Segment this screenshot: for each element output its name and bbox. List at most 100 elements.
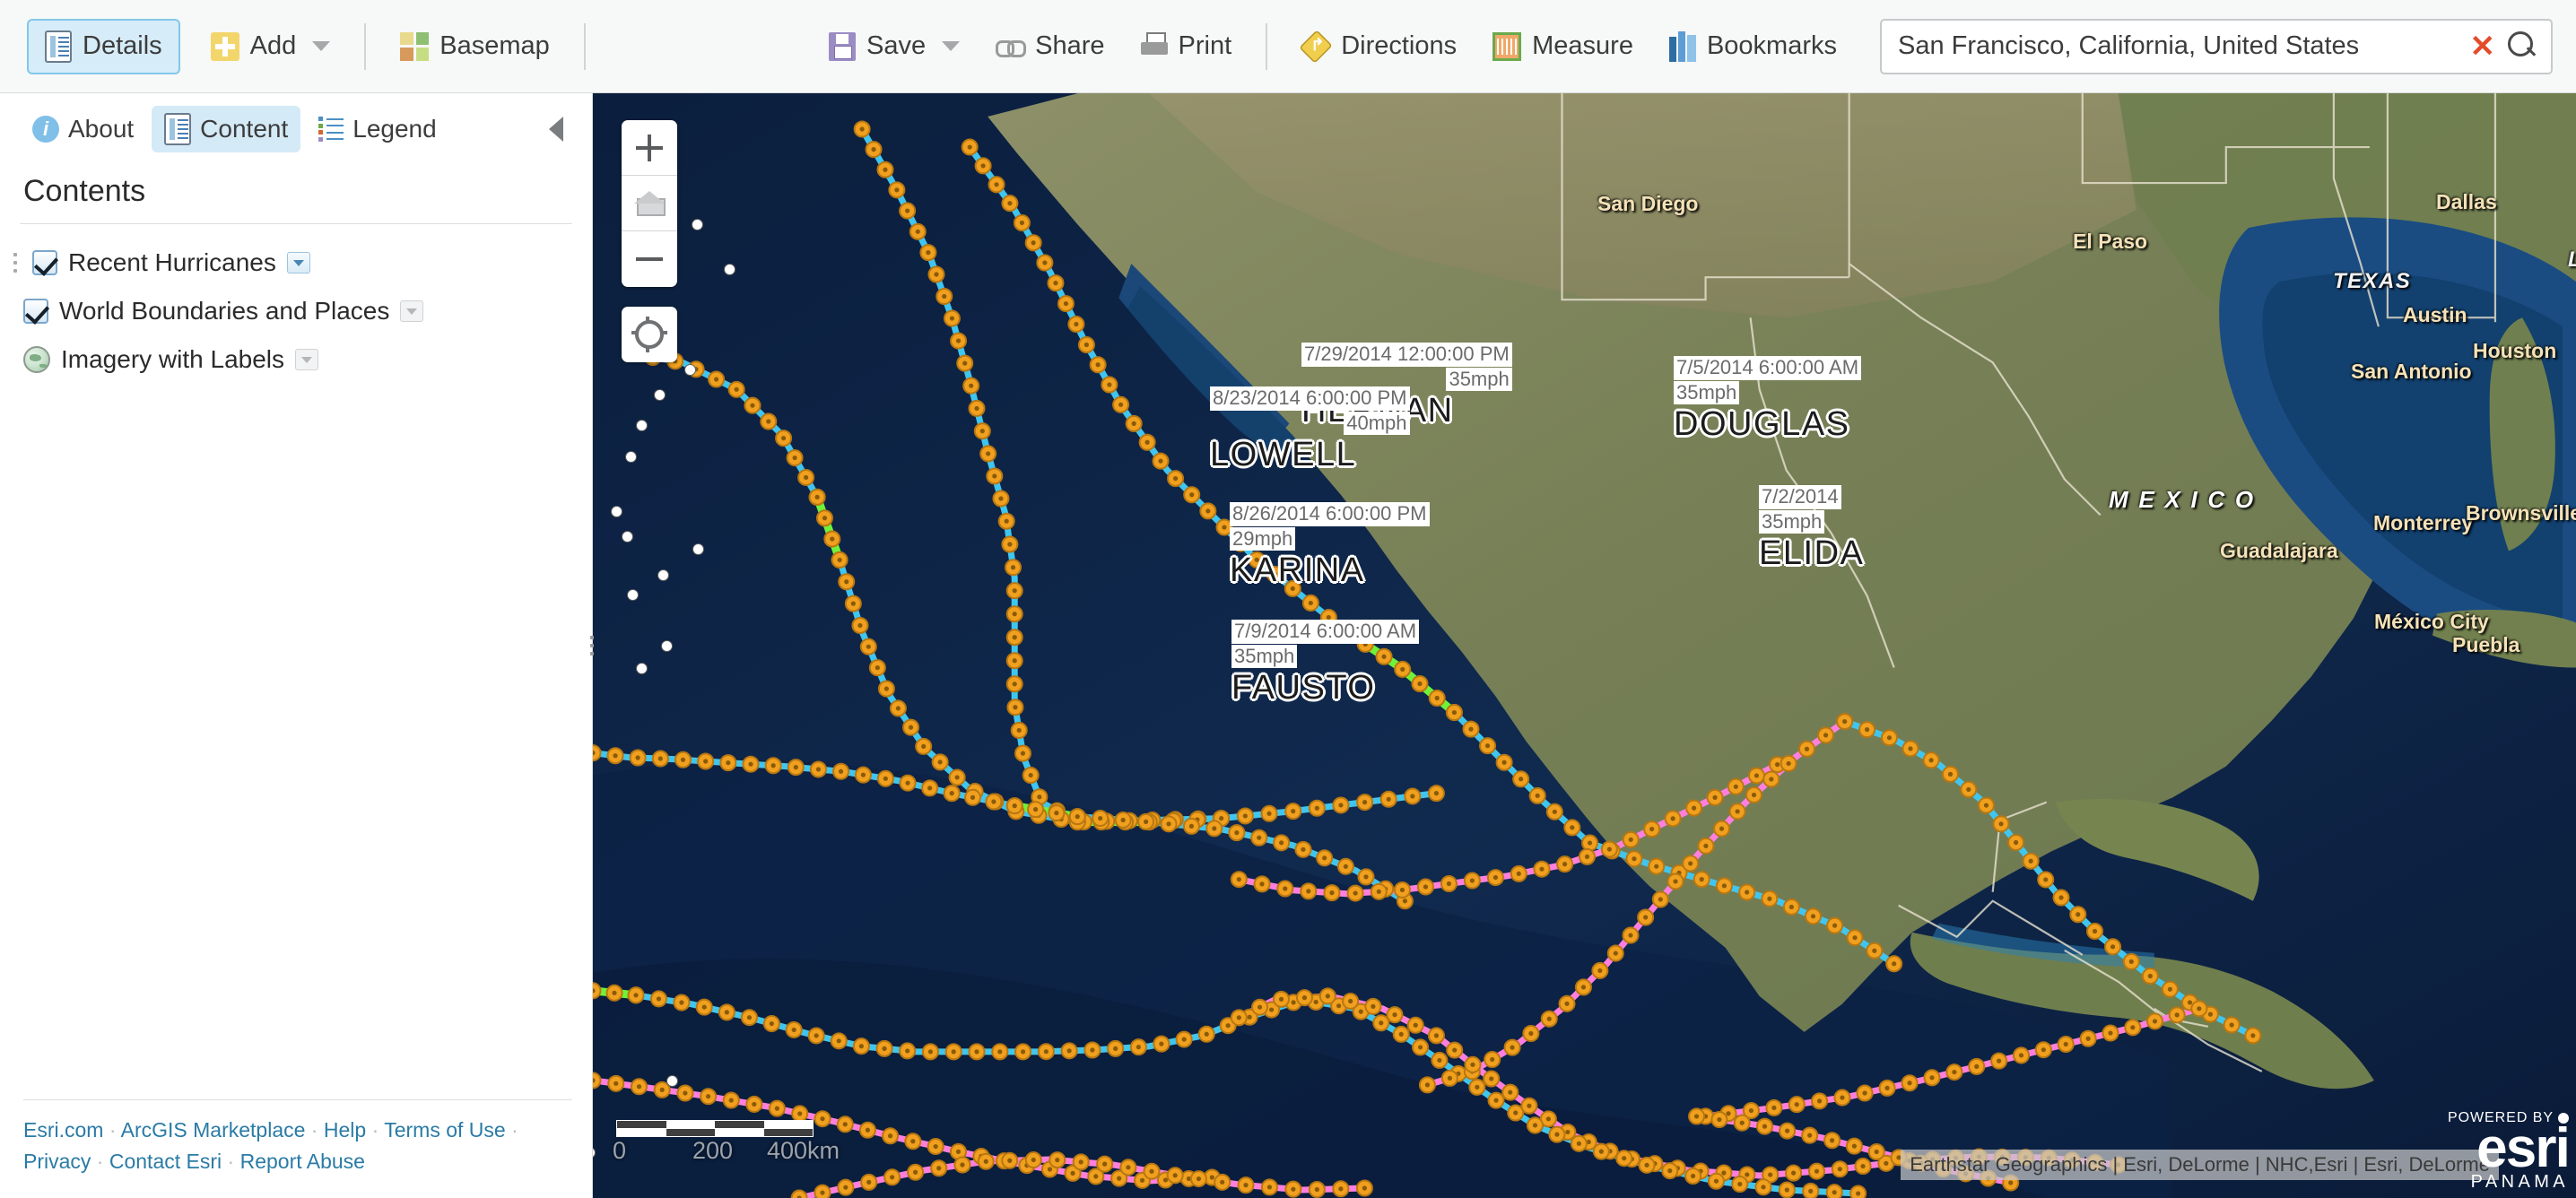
storm-observation-point-core <box>921 743 927 749</box>
storm-observation-point-core <box>1745 1172 1750 1177</box>
storm-observation-point-core <box>1172 476 1179 482</box>
tab-legend[interactable]: Legend <box>306 108 448 151</box>
panel-resize-handle[interactable] <box>587 628 596 664</box>
storm-observation-point-core <box>1042 260 1048 265</box>
basemap-button[interactable]: Basemap <box>382 19 568 74</box>
storm-observation-point-core <box>934 272 939 277</box>
storm-observation-point-core <box>1120 817 1126 823</box>
storm-observation-point-core <box>770 763 776 768</box>
zoom-out-button[interactable] <box>622 231 677 287</box>
hurricane-tracks-layer <box>593 120 2262 1198</box>
footer-link-contact-esri[interactable]: Contact Esri <box>109 1150 222 1173</box>
storm-observation-point-core <box>752 1101 757 1107</box>
layer-visibility-checkbox[interactable] <box>32 250 57 275</box>
storm-observation-point-core <box>2110 944 2116 950</box>
storm-observation-point-core <box>701 1004 707 1010</box>
collapse-panel-icon[interactable] <box>549 117 563 142</box>
storm-observation-point-core <box>1028 772 1033 778</box>
bookmarks-button[interactable]: Bookmarks <box>1651 19 1855 74</box>
locate-button[interactable] <box>622 307 677 362</box>
storm-observation-point-core <box>1012 658 1017 664</box>
layer-item-world-boundaries-and-places[interactable]: World Boundaries and Places <box>23 287 572 335</box>
drag-handle-icon[interactable] <box>11 253 20 273</box>
storm-observation-point-core <box>1236 877 1241 882</box>
storm-observation-point-core <box>1447 1075 1452 1081</box>
storm-observation-point-core <box>1884 1085 1890 1090</box>
layer-visibility-checkbox[interactable] <box>23 299 48 324</box>
storm-observation-point-core <box>1508 1089 1513 1095</box>
storm-observation-point-core <box>612 990 617 995</box>
storm-observation-point-core <box>1322 855 1327 861</box>
storm-observation-point-core <box>1308 600 1313 606</box>
storm-observation-point-core <box>1644 1162 1649 1168</box>
search-input[interactable] <box>1898 31 2463 61</box>
storm-observation-point-core <box>820 1116 825 1122</box>
storm-observation-point-core <box>1451 709 1458 716</box>
add-button[interactable]: Add <box>193 19 349 74</box>
layer-menu-chevron-down-icon[interactable] <box>400 300 424 322</box>
measure-button[interactable]: Measure <box>1475 19 1651 74</box>
details-button[interactable]: Details <box>27 18 180 74</box>
footer-link-esri-com[interactable]: Esri.com <box>23 1118 103 1142</box>
footer-link-report-abuse[interactable]: Report Abuse <box>240 1150 365 1173</box>
footer-link-arcgis-marketplace[interactable]: ArcGIS Marketplace <box>121 1118 306 1142</box>
add-label: Add <box>249 31 297 60</box>
zoom-in-button[interactable] <box>622 120 677 176</box>
storm-observation-point-core <box>1552 809 1557 814</box>
storm-observation-point-core <box>1493 874 1499 881</box>
storm-observation-point-core <box>1490 1056 1495 1063</box>
storm-observation-point-core <box>815 767 822 772</box>
search-icon[interactable] <box>2508 30 2538 62</box>
storm-observation-point-core <box>1007 1158 1013 1163</box>
storm-observation-point-core <box>1832 923 1838 928</box>
storm-observation-point-core <box>1808 1188 1814 1194</box>
footer-link-terms-of-use[interactable]: Terms of Use <box>384 1118 505 1142</box>
storm-observation-point-core <box>1004 518 1009 524</box>
storm-observation-point-core <box>766 419 771 424</box>
storm-observation-point-core <box>915 229 920 234</box>
storm-observation-point-core <box>613 753 618 759</box>
storm-observation-point-core <box>974 1049 979 1055</box>
print-button[interactable]: Print <box>1123 19 1250 74</box>
storm-observation-point-core <box>1501 760 1507 765</box>
layer-menu-chevron-down-icon[interactable] <box>286 252 310 273</box>
storm-observation-point-core <box>1031 240 1036 246</box>
storm-observation-point-core <box>1037 794 1042 800</box>
map-canvas[interactable]: 7/29/2014 12:00:00 PM 35mph HERNAN 7/5/2… <box>593 93 2576 1198</box>
clear-search-icon[interactable]: ✕ <box>2463 31 2503 62</box>
layer-item-imagery-with-labels[interactable]: Imagery with Labels <box>23 335 572 384</box>
storm-observation-point-core <box>1966 786 1971 793</box>
storm-observation-point-core <box>1784 1128 1790 1133</box>
layer-item-recent-hurricanes[interactable]: Recent Hurricanes <box>13 239 572 287</box>
tab-content[interactable]: Content <box>152 106 301 152</box>
storm-observation-point-core <box>1733 784 1738 789</box>
storm-observation-point-core <box>1584 854 1590 859</box>
directions-button[interactable]: Directions <box>1284 19 1475 74</box>
share-button[interactable]: Share <box>978 19 1122 74</box>
map-city-marker <box>625 451 637 463</box>
storm-observation-point-core <box>1314 1186 1319 1193</box>
storm-observation-point-core <box>1204 1031 1209 1037</box>
storm-observation-point-core <box>1247 1014 1252 1020</box>
storm-observation-point-core <box>1032 807 1039 812</box>
storm-observation-point-core <box>1739 1120 1745 1125</box>
storm-observation-point-core <box>1658 897 1663 902</box>
storm-observation-point-core <box>905 208 910 213</box>
layer-menu-chevron-down-icon[interactable] <box>295 349 319 370</box>
storm-observation-point-core <box>1196 1176 1202 1182</box>
search-box[interactable]: ✕ <box>1880 18 2553 74</box>
default-extent-button[interactable] <box>622 176 677 231</box>
storm-observation-point-core <box>1469 878 1475 883</box>
scale-bar-graphic <box>616 1120 814 1129</box>
storm-observation-point-core <box>1075 814 1080 820</box>
arcgis-map-viewer: Details Add Basemap Save Share Print ↱ D… <box>0 0 2576 1198</box>
scale-tick-0: 0 <box>613 1137 627 1164</box>
save-button[interactable]: Save <box>811 19 978 74</box>
footer-link-help[interactable]: Help <box>324 1118 366 1142</box>
storm-observation-point-core <box>1047 1167 1053 1172</box>
footer-link-privacy[interactable]: Privacy <box>23 1150 91 1173</box>
storm-observation-point-core <box>1546 1016 1552 1021</box>
storm-observation-point-core <box>865 1127 871 1133</box>
tab-about[interactable]: i About <box>20 108 146 151</box>
storm-observation-point-core <box>1862 1090 1867 1096</box>
